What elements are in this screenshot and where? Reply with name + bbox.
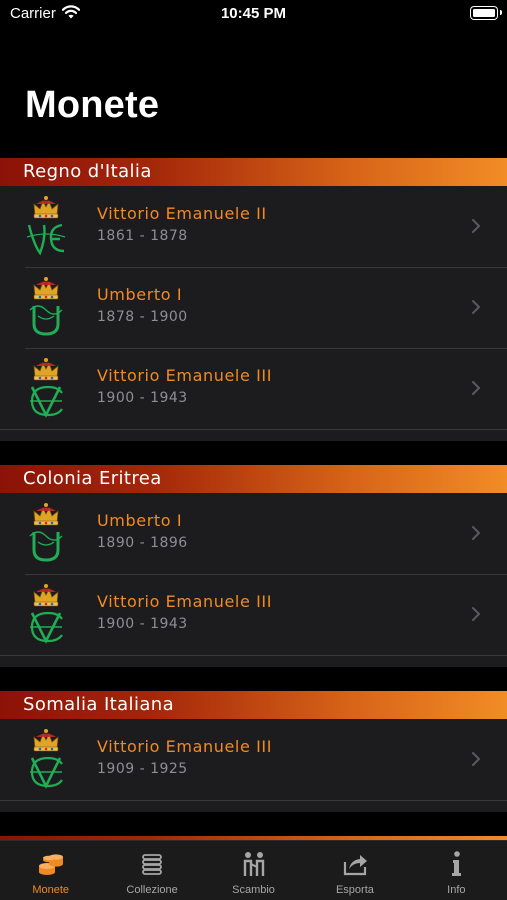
crown-icon: [33, 196, 59, 219]
coin-list[interactable]: Regno d'Italia Vittorio Emanuele II 1861 -…: [0, 158, 507, 840]
section-footer: [0, 800, 507, 812]
king-name: Umberto I: [97, 285, 183, 304]
section-footer: [0, 655, 507, 667]
royal-monogram-icon: [24, 583, 68, 645]
section-gap: [0, 441, 507, 465]
share-icon: [343, 855, 367, 876]
reign-years: 1861 - 1878: [97, 228, 188, 244]
status-time: 10:45 PM: [220, 5, 287, 22]
coin-series-row[interactable]: Umberto I 1878 - 1900: [0, 267, 507, 348]
tab-label: Scambio: [232, 884, 275, 896]
info-icon: [452, 851, 462, 876]
reign-years: 1909 - 1925: [97, 761, 188, 777]
monogram-icon: [30, 611, 63, 644]
chevron-right-icon: [472, 300, 480, 314]
chevron-right-icon: [472, 381, 480, 395]
monogram-icon: [29, 305, 63, 336]
royal-monogram-icon: [24, 276, 68, 338]
coin-series-row[interactable]: Vittorio Emanuele III 1900 - 1943: [0, 348, 507, 429]
section-body: Umberto I 1890 - 1896 Vittorio Emanuele II…: [0, 493, 507, 655]
monogram-icon: [30, 756, 63, 789]
chevron-right-icon: [472, 607, 480, 621]
section-header: Colonia Eritrea: [0, 465, 507, 493]
coin-series-row[interactable]: Umberto I 1890 - 1896: [0, 493, 507, 574]
royal-monogram-icon: [24, 195, 68, 257]
battery-icon: [470, 6, 502, 20]
reign-years: 1878 - 1900: [97, 309, 188, 325]
section-body: Vittorio Emanuele II 1861 - 1878 Umberto I…: [0, 186, 507, 429]
section-header: Regno d'Italia: [0, 158, 507, 186]
section-gap: [0, 667, 507, 691]
tab-label: Esporta: [335, 884, 374, 896]
section-title: Colonia Eritrea: [23, 468, 162, 489]
coin-series-row[interactable]: Vittorio Emanuele II 1861 - 1878: [0, 186, 507, 267]
chevron-right-icon: [472, 219, 480, 233]
tab-scambio[interactable]: Scambio: [203, 841, 304, 900]
royal-monogram-icon: [24, 502, 68, 564]
crown-icon: [33, 584, 59, 607]
tab-bar: Monete Collezione Scambio Esporta Info: [0, 840, 507, 900]
section-body: Vittorio Emanuele III 1909 - 1925: [0, 719, 507, 800]
reign-years: 1900 - 1943: [97, 616, 188, 632]
king-name: Vittorio Emanuele II: [97, 204, 267, 223]
coin-stack-icon: [142, 854, 163, 875]
tab-label: Monete: [32, 884, 70, 896]
king-name: Vittorio Emanuele III: [97, 592, 273, 611]
chevron-right-icon: [472, 752, 480, 766]
coin-series-row[interactable]: Vittorio Emanuele III 1900 - 1943: [0, 574, 507, 655]
tab-collezione[interactable]: Collezione: [101, 841, 202, 900]
coins-icon: [38, 854, 63, 875]
tab-label: Info: [447, 884, 466, 896]
monogram-icon: [30, 385, 63, 418]
tab-label: Collezione: [126, 884, 178, 896]
king-name: Umberto I: [97, 511, 183, 530]
section-title: Regno d'Italia: [23, 161, 152, 182]
monogram-icon: [29, 531, 63, 562]
reign-years: 1900 - 1943: [97, 390, 188, 406]
king-name: Vittorio Emanuele III: [97, 737, 273, 756]
tab-esporta[interactable]: Esporta: [304, 841, 405, 900]
crown-icon: [33, 277, 59, 300]
coin-series-row[interactable]: Vittorio Emanuele III 1909 - 1925: [0, 719, 507, 800]
royal-monogram-icon: [24, 357, 68, 419]
tab-info[interactable]: Info: [406, 841, 507, 900]
section-footer: [0, 429, 507, 441]
royal-monogram-icon: [24, 728, 68, 790]
monogram-icon: [26, 223, 66, 256]
reign-years: 1890 - 1896: [97, 535, 188, 551]
section-header: Somalia Italiana: [0, 691, 507, 719]
exchange-icon: [243, 852, 264, 876]
crown-icon: [33, 729, 59, 752]
section-title: Somalia Italiana: [23, 694, 175, 715]
chevron-right-icon: [472, 526, 480, 540]
king-name: Vittorio Emanuele III: [97, 366, 273, 385]
tab-monete[interactable]: Monete: [0, 841, 101, 900]
page-title: Monete: [25, 84, 160, 126]
section-gap: [0, 812, 507, 836]
crown-icon: [33, 503, 59, 526]
status-bar: Carrier 10:45 PM: [0, 0, 507, 30]
crown-icon: [33, 358, 59, 381]
